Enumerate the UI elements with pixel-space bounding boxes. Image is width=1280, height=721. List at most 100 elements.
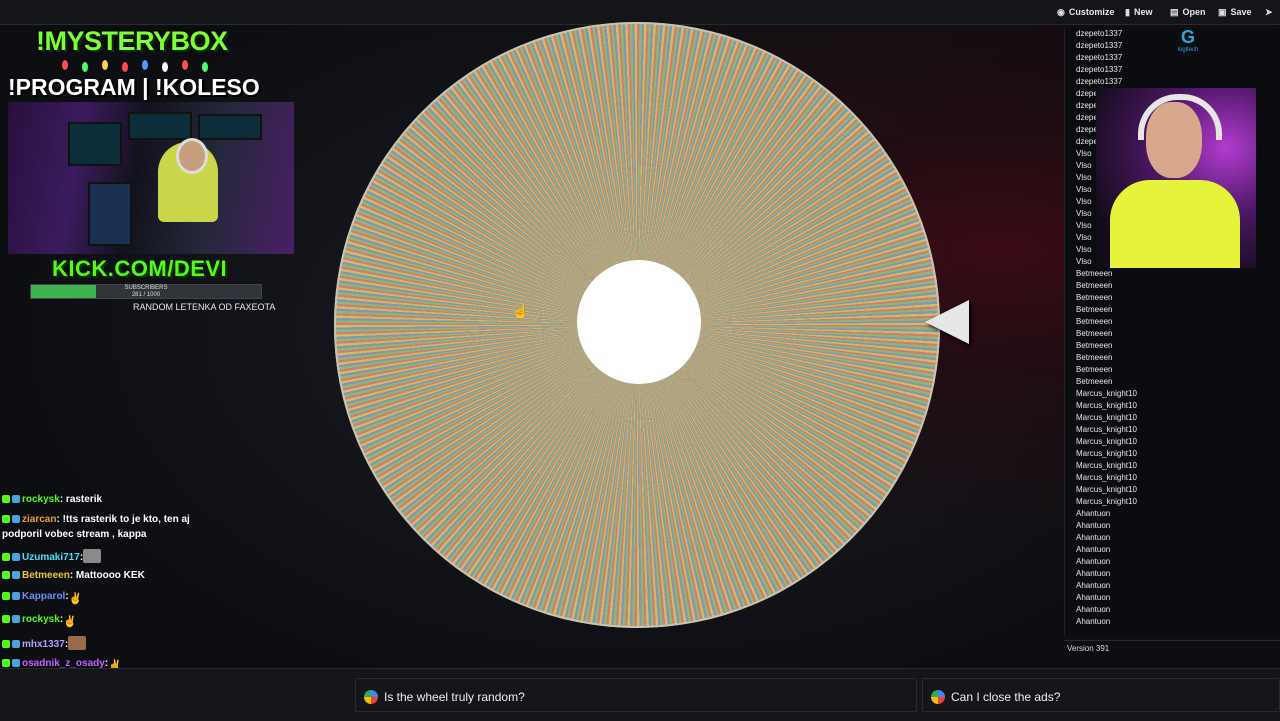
google-icon [931,690,945,704]
logitech-logo: G logitech [1170,28,1206,56]
chat-username[interactable]: ziarcan [22,514,56,525]
chat-emote-icon [83,549,102,563]
sub-badge-icon [12,640,20,648]
entry-item[interactable]: Vlso [1076,209,1092,218]
entry-item[interactable]: Betmeeen [1076,365,1112,374]
sub-badge-icon [12,659,20,667]
entry-item[interactable]: Betmeeen [1076,305,1112,314]
share-icon: ➤ [1265,6,1273,17]
entry-item[interactable]: dzepeto1337 [1076,53,1122,62]
entry-item[interactable]: dzepeto1337 [1076,41,1122,50]
chat-username[interactable]: Kapparol [22,591,65,602]
entry-item[interactable]: Marcus_knight10 [1076,413,1137,422]
folder-icon: ▤ [1170,6,1179,17]
hand-cursor-icon: ☝ [512,303,530,319]
entry-item[interactable]: Ahantuon [1076,581,1110,590]
entry-item[interactable]: Betmeeen [1076,281,1112,290]
entry-item[interactable]: Betmeeen [1076,377,1112,386]
entry-item[interactable]: Ahantuon [1076,545,1110,554]
chat-username[interactable]: mhx1337 [22,639,65,650]
entry-item[interactable]: Marcus_knight10 [1076,461,1137,470]
entry-item[interactable]: Vlso [1076,173,1092,182]
kick-badge-icon [2,659,10,667]
entry-item[interactable]: Betmeeen [1076,329,1112,338]
entry-item[interactable]: Vlso [1076,161,1092,170]
wheel-center-hub[interactable] [577,260,701,384]
entry-item[interactable]: Betmeeen [1076,341,1112,350]
open-label: Open [1182,7,1206,17]
entry-item[interactable]: Vlso [1076,257,1092,266]
entry-item[interactable]: dzepeto1337 [1076,65,1122,74]
entry-item[interactable]: dzepeto1337 [1076,29,1122,38]
entry-item[interactable]: Ahantuon [1076,569,1110,578]
subscribers-label: SUBSCRIBERS [124,285,168,291]
entry-item[interactable]: Betmeeen [1076,317,1112,326]
kick-badge-icon [2,592,10,600]
entry-item[interactable]: Vlso [1076,233,1092,242]
chat-username[interactable]: rockysk [22,494,60,505]
entry-item[interactable]: Marcus_knight10 [1076,449,1137,458]
chat-emote-icon [68,636,87,650]
entry-item[interactable]: Marcus_knight10 [1076,389,1137,398]
entry-item[interactable]: Betmeeen [1076,293,1112,302]
entry-item[interactable]: Ahantuon [1076,593,1110,602]
entry-item[interactable]: Vlso [1076,221,1092,230]
logitech-text: logitech [1177,47,1199,53]
sub-badge-icon [12,553,20,561]
sub-badge-icon [12,515,20,523]
new-button[interactable]: ▮ New [1125,4,1152,20]
entry-item[interactable]: Betmeeen [1076,269,1112,278]
sub-badge-icon [12,615,20,623]
chat-text: : !tts rasterik to je kto, ten aj [56,514,190,525]
entry-item[interactable]: Marcus_knight10 [1076,425,1137,434]
chat-message: Kapparol:✌ [2,591,83,606]
new-file-icon: ▮ [1125,6,1130,17]
entry-item[interactable]: Marcus_knight10 [1076,497,1137,506]
chat-message: rockysk: rasterik [2,494,102,505]
sub-badge-icon [12,592,20,600]
entry-item[interactable]: Ahantuon [1076,617,1110,626]
kick-badge-icon [2,640,10,648]
chat-emote-icon: ✌ [63,616,77,628]
palette-icon: ◉ [1057,6,1065,17]
entry-item[interactable]: Vlso [1076,185,1092,194]
kick-badge-icon [2,553,10,561]
entry-item[interactable]: Marcus_knight10 [1076,485,1137,494]
kick-badge-icon [2,571,10,579]
entry-item[interactable]: Ahantuon [1076,509,1110,518]
entry-item[interactable]: Ahantuon [1076,521,1110,530]
entry-item[interactable]: Marcus_knight10 [1076,437,1137,446]
faq-question-random[interactable]: Is the wheel truly random? [364,677,525,717]
entry-item[interactable]: Ahantuon [1076,533,1110,542]
entry-item[interactable]: Vlso [1076,197,1092,206]
sub-badge-icon [12,571,20,579]
entry-item[interactable]: Marcus_knight10 [1076,473,1137,482]
chat-message: rockysk:✌ [2,614,77,629]
chat-message: ziarcan: !tts rasterik to je kto, ten aj [2,514,190,525]
share-button[interactable]: ➤ [1265,4,1273,20]
open-button[interactable]: ▤ Open [1170,4,1206,20]
faq-question-ads[interactable]: Can I close the ads? [931,677,1060,717]
entry-item[interactable]: Marcus_knight10 [1076,401,1137,410]
chat-text: podporil vobec stream , kappa [2,529,147,540]
chat-username[interactable]: Uzumaki717 [22,552,80,563]
panel-divider [1064,640,1280,641]
new-label: New [1133,7,1153,17]
chat-text: : Mattoooo KEK [69,570,145,581]
entry-item[interactable]: Ahantuon [1076,557,1110,566]
entry-item[interactable]: dzepeto1337 [1076,77,1122,86]
save-label: Save [1230,7,1252,17]
logitech-g-icon: G [1180,27,1195,47]
customize-button[interactable]: ◉ Customize [1057,4,1114,20]
save-icon: ▣ [1218,6,1227,17]
entry-item[interactable]: Betmeeen [1076,353,1112,362]
entry-item[interactable]: Vlso [1076,245,1092,254]
entry-item[interactable]: Ahantuon [1076,605,1110,614]
chat-username[interactable]: Betmeeen [22,570,70,581]
entry-item[interactable]: Vlso [1076,149,1092,158]
chat-username[interactable]: rockysk [22,614,60,625]
kick-badge-icon [2,615,10,623]
letenka-text: RANDOM LETENKA OD FAXEOTA [133,302,276,312]
save-button[interactable]: ▣ Save [1218,4,1252,20]
wheel-pointer-icon [925,300,969,344]
